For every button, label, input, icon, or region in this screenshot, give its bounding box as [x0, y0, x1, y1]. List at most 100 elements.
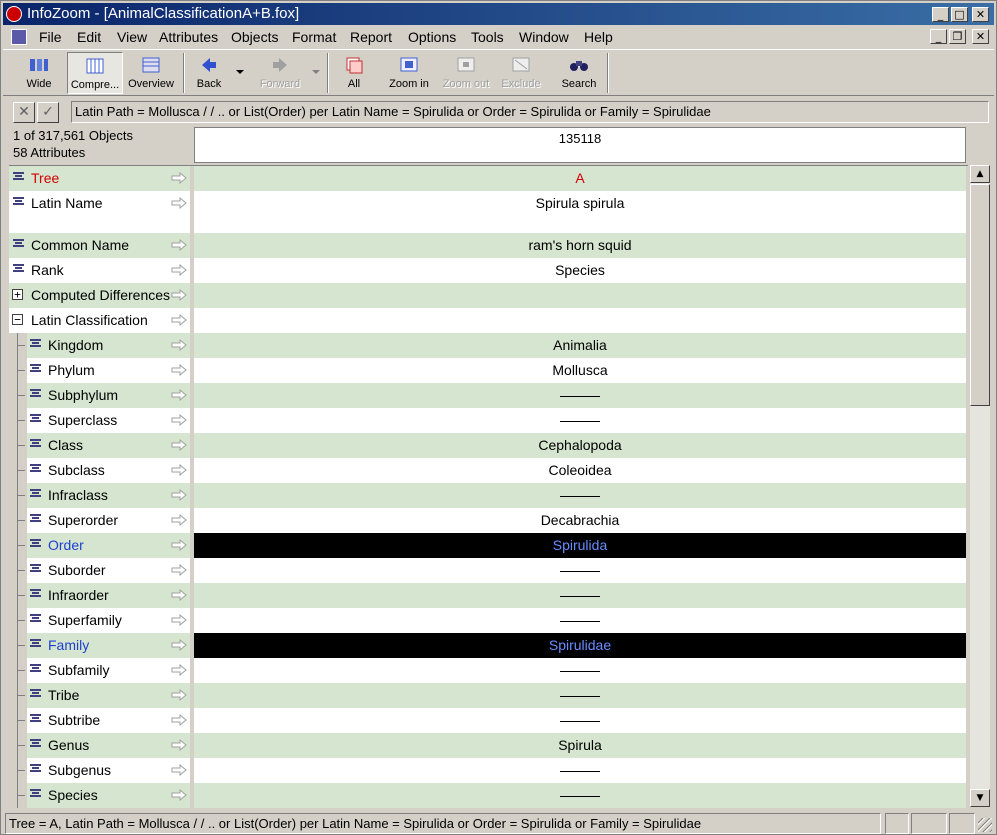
arrow-right-icon[interactable] [171, 614, 187, 626]
arrow-right-icon[interactable] [171, 764, 187, 776]
attribute-value[interactable]: ram's horn squid [194, 233, 966, 258]
expand-plus-icon[interactable]: + [12, 289, 23, 300]
menu-edit[interactable]: Edit [71, 26, 107, 48]
arrow-right-icon[interactable] [171, 689, 187, 701]
attribute-value[interactable] [194, 658, 966, 683]
attribute-label-cell[interactable]: Superorder [9, 508, 192, 533]
arrow-right-icon[interactable] [171, 414, 187, 426]
menu-file[interactable]: File [33, 26, 68, 48]
attribute-label-cell[interactable]: Subphylum [9, 383, 192, 408]
menu-objects[interactable]: Objects [225, 26, 284, 48]
attribute-label-cell[interactable]: Tree [9, 166, 192, 191]
arrow-right-icon[interactable] [171, 514, 187, 526]
menu-window[interactable]: Window [513, 26, 575, 48]
arrow-right-icon[interactable] [171, 489, 187, 501]
maximize-button[interactable]: □ [951, 7, 968, 22]
attribute-row-family[interactable]: Family Spirulidae [9, 633, 968, 658]
attribute-row-superclass[interactable]: Superclass [9, 408, 968, 433]
resize-grip-icon[interactable] [978, 818, 992, 832]
attribute-label-cell[interactable]: Phylum [9, 358, 192, 383]
attribute-label-cell[interactable]: Order [9, 533, 192, 558]
vertical-scrollbar[interactable]: ▲ ▼ [970, 165, 990, 807]
arrow-right-icon[interactable] [171, 339, 187, 351]
forward-dropdown[interactable] [309, 52, 323, 94]
attribute-label-cell[interactable]: Latin Name [9, 191, 192, 233]
attribute-row-phylum[interactable]: Phylum Mollusca [9, 358, 968, 383]
arrow-right-icon[interactable] [171, 289, 187, 301]
overview-button[interactable]: Overview [123, 52, 179, 94]
back-dropdown[interactable] [233, 52, 247, 94]
scroll-thumb[interactable] [970, 184, 990, 406]
attribute-row-infraorder[interactable]: Infraorder [9, 583, 968, 608]
scroll-up-button[interactable]: ▲ [970, 165, 990, 183]
attribute-label-cell[interactable]: Superfamily [9, 608, 192, 633]
attribute-label-cell[interactable]: Kingdom [9, 333, 192, 358]
attribute-label-cell[interactable]: Subfamily [9, 658, 192, 683]
attribute-row-common-name[interactable]: Common Name ram's horn squid [9, 233, 968, 258]
filter-expression-field[interactable]: Latin Path = Mollusca / / .. or List(Ord… [71, 101, 989, 123]
back-button[interactable]: Back [187, 52, 231, 94]
attribute-row-subclass[interactable]: Subclass Coleoidea [9, 458, 968, 483]
column-header[interactable]: 135118 [194, 127, 966, 163]
attribute-value[interactable] [194, 283, 966, 308]
arrow-right-icon[interactable] [171, 539, 187, 551]
attribute-row-subfamily[interactable]: Subfamily [9, 658, 968, 683]
arrow-right-icon[interactable] [171, 714, 187, 726]
attribute-row-subgenus[interactable]: Subgenus [9, 758, 968, 783]
arrow-right-icon[interactable] [171, 464, 187, 476]
attribute-value[interactable]: Cephalopoda [194, 433, 966, 458]
arrow-right-icon[interactable] [171, 389, 187, 401]
attribute-value[interactable]: Spirula [194, 733, 966, 758]
arrow-right-icon[interactable] [171, 564, 187, 576]
doc-minimize-button[interactable]: _ [930, 29, 947, 44]
compress-button[interactable]: Compre... [67, 52, 123, 94]
arrow-right-icon[interactable] [171, 197, 187, 209]
attribute-value[interactable]: Mollusca [194, 358, 966, 383]
menu-options[interactable]: Options [402, 26, 462, 48]
attribute-value[interactable] [194, 708, 966, 733]
scroll-down-button[interactable]: ▼ [970, 789, 990, 807]
attribute-value[interactable]: Spirulidae [194, 633, 966, 658]
attribute-row-infraclass[interactable]: Infraclass [9, 483, 968, 508]
zoom-out-button[interactable]: Zoom out [439, 52, 493, 94]
arrow-right-icon[interactable] [171, 172, 187, 184]
arrow-right-icon[interactable] [171, 364, 187, 376]
clear-filter-button[interactable]: ✕ [13, 102, 35, 123]
arrow-right-icon[interactable] [171, 589, 187, 601]
menu-report[interactable]: Report [344, 26, 398, 48]
minimize-button[interactable]: _ [932, 7, 949, 22]
attribute-row-tree[interactable]: Tree A [9, 166, 968, 191]
attribute-label-cell[interactable]: Superclass [9, 408, 192, 433]
attribute-row-genus[interactable]: Genus Spirula [9, 733, 968, 758]
arrow-right-icon[interactable] [171, 789, 187, 801]
attribute-row-kingdom[interactable]: Kingdom Animalia [9, 333, 968, 358]
attribute-value[interactable] [194, 783, 966, 808]
attribute-label-cell[interactable]: Subclass [9, 458, 192, 483]
attribute-label-cell[interactable]: Subgenus [9, 758, 192, 783]
attribute-value[interactable]: Coleoidea [194, 458, 966, 483]
attribute-row-superfamily[interactable]: Superfamily [9, 608, 968, 633]
attribute-label-cell[interactable]: Family [9, 633, 192, 658]
attribute-label-cell[interactable]: Infraorder [9, 583, 192, 608]
attribute-value[interactable] [194, 683, 966, 708]
attribute-value[interactable] [194, 308, 966, 333]
menu-format[interactable]: Format [286, 26, 342, 48]
attribute-label-cell[interactable]: Species [9, 783, 192, 808]
collapse-minus-icon[interactable]: − [12, 314, 23, 325]
attribute-label-cell[interactable]: + Computed Differences [9, 283, 192, 308]
attribute-value[interactable]: Decabrachia [194, 508, 966, 533]
attribute-row-order[interactable]: Order Spirulida [9, 533, 968, 558]
attribute-value[interactable]: Spirulida [194, 533, 966, 558]
doc-restore-button[interactable]: ❐ [949, 29, 966, 44]
attribute-label-cell[interactable]: Tribe [9, 683, 192, 708]
arrow-right-icon[interactable] [171, 314, 187, 326]
close-button[interactable]: ✕ [972, 7, 989, 22]
attribute-label-cell[interactable]: Common Name [9, 233, 192, 258]
menu-tools[interactable]: Tools [465, 26, 510, 48]
wide-button[interactable]: Wide [11, 52, 67, 94]
exclude-button[interactable]: Exclude [495, 52, 547, 94]
attribute-value[interactable] [194, 583, 966, 608]
attribute-row-species[interactable]: Species [9, 783, 968, 808]
menu-help[interactable]: Help [578, 26, 619, 48]
attribute-label-cell[interactable]: Rank [9, 258, 192, 283]
